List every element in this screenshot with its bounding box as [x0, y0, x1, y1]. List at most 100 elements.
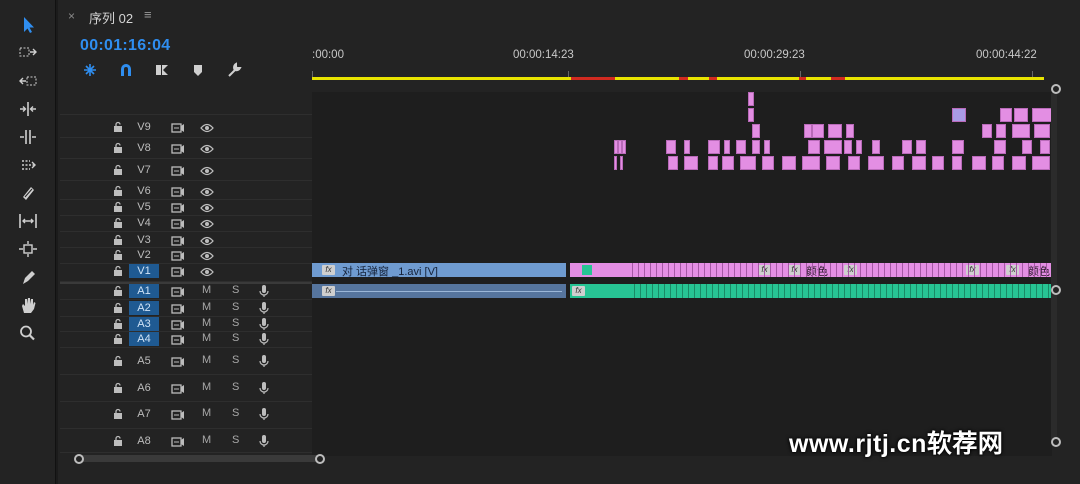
lock-icon[interactable] [112, 233, 124, 245]
lock-icon[interactable] [112, 354, 124, 366]
slide-tool-icon[interactable] [14, 238, 42, 260]
video-clip[interactable] [724, 140, 730, 154]
video-clip[interactable] [708, 140, 720, 154]
track-name-v6[interactable]: V6 [129, 184, 159, 198]
sync-lock-icon[interactable] [171, 285, 185, 297]
sync-lock-icon[interactable] [171, 302, 185, 314]
solo-button[interactable]: S [232, 354, 239, 366]
solo-button[interactable]: S [232, 434, 239, 446]
zoom-knob-right[interactable] [315, 454, 325, 464]
track-name-v4[interactable]: V4 [129, 216, 159, 230]
microphone-icon[interactable] [257, 434, 271, 447]
mute-button[interactable]: M [202, 407, 211, 419]
video-clip[interactable] [1014, 108, 1028, 122]
track-name-v9[interactable]: V9 [129, 120, 159, 134]
lock-icon[interactable] [112, 264, 124, 276]
sync-lock-icon[interactable] [171, 435, 185, 447]
track-select-backward-icon[interactable] [14, 154, 42, 176]
video-clip[interactable] [1012, 156, 1026, 170]
track-select-forward-icon[interactable] [14, 41, 42, 63]
eye-icon[interactable] [200, 249, 214, 261]
video-clip[interactable] [1032, 108, 1052, 122]
video-clip[interactable] [668, 156, 678, 170]
panel-menu-icon[interactable]: ≡ [144, 7, 152, 22]
snap-icon[interactable] [80, 60, 100, 80]
video-clip[interactable]: fx 对 话弹窗 _1.avi [V] [312, 263, 566, 278]
solo-button[interactable]: S [232, 317, 239, 329]
video-clip[interactable] [740, 156, 756, 170]
video-clip[interactable] [994, 140, 1006, 154]
video-clip[interactable] [996, 124, 1006, 138]
video-clip[interactable] [748, 92, 754, 106]
eye-icon[interactable] [200, 142, 214, 154]
lock-icon[interactable] [112, 184, 124, 196]
video-clip[interactable] [1012, 124, 1030, 138]
video-clip[interactable] [826, 156, 840, 170]
mute-button[interactable]: M [202, 301, 211, 313]
lock-icon[interactable] [112, 301, 124, 313]
solo-button[interactable]: S [232, 284, 239, 296]
microphone-icon[interactable] [257, 284, 271, 297]
video-clip[interactable] [952, 156, 962, 170]
mute-button[interactable]: M [202, 354, 211, 366]
lock-icon[interactable] [112, 163, 124, 175]
pen-tool-icon[interactable] [14, 266, 42, 288]
microphone-icon[interactable] [257, 407, 271, 420]
video-clip[interactable] [684, 156, 698, 170]
video-clip[interactable] [972, 156, 986, 170]
sequence-tab[interactable]: 序列 02 [89, 8, 133, 27]
lock-icon[interactable] [112, 381, 124, 393]
track-name-v3[interactable]: V3 [129, 233, 159, 247]
video-clip[interactable] [1034, 124, 1050, 138]
video-clip[interactable] [762, 156, 774, 170]
lock-icon[interactable] [112, 120, 124, 132]
zoom-tool-icon[interactable] [14, 322, 42, 344]
video-clip[interactable] [848, 156, 860, 170]
video-clip[interactable] [952, 108, 966, 122]
sync-lock-icon[interactable] [171, 265, 185, 277]
video-clip[interactable] [916, 140, 926, 154]
video-clip[interactable] [1000, 108, 1012, 122]
track-name-a6[interactable]: A6 [129, 381, 159, 395]
track-name-v1[interactable]: V1 [129, 264, 159, 278]
video-clip[interactable] [802, 156, 820, 170]
track-name-v7[interactable]: V7 [129, 163, 159, 177]
video-clip[interactable] [722, 156, 734, 170]
lock-icon[interactable] [112, 284, 124, 296]
track-name-a2[interactable]: A2 [129, 301, 159, 315]
eye-icon[interactable] [200, 265, 214, 277]
track-name-a4[interactable]: A4 [129, 332, 159, 346]
eye-icon[interactable] [200, 234, 214, 246]
sync-lock-icon[interactable] [171, 234, 185, 246]
marker-icon[interactable] [188, 60, 208, 80]
lock-icon[interactable] [112, 407, 124, 419]
video-clip[interactable] [828, 124, 842, 138]
video-clip[interactable] [912, 156, 926, 170]
zoom-knob-left[interactable] [74, 454, 84, 464]
track-name-v8[interactable]: V8 [129, 141, 159, 155]
video-clip[interactable] [804, 124, 812, 138]
audio-clip[interactable]: fx [312, 284, 566, 298]
lock-icon[interactable] [112, 434, 124, 446]
video-clip[interactable] [752, 124, 760, 138]
track-name-a1[interactable]: A1 [129, 284, 159, 298]
razor-tool-icon[interactable] [14, 182, 42, 204]
sync-lock-icon[interactable] [171, 318, 185, 330]
mute-button[interactable]: M [202, 284, 211, 296]
track-name-a7[interactable]: A7 [129, 407, 159, 421]
mute-button[interactable]: M [202, 332, 211, 344]
video-clip[interactable] [736, 140, 746, 154]
track-name-v5[interactable]: V5 [129, 200, 159, 214]
track-name-v2[interactable]: V2 [129, 248, 159, 262]
scroll-knob[interactable] [1051, 285, 1061, 295]
video-clip[interactable] [932, 156, 944, 170]
microphone-icon[interactable] [257, 317, 271, 330]
sync-lock-icon[interactable] [171, 164, 185, 176]
slip-tool-icon[interactable] [14, 210, 42, 232]
microphone-icon[interactable] [257, 332, 271, 345]
ripple-edit-icon[interactable] [14, 70, 42, 92]
scroll-knob[interactable] [1051, 84, 1061, 94]
solo-button[interactable]: S [232, 301, 239, 313]
sync-lock-icon[interactable] [171, 217, 185, 229]
sync-lock-icon[interactable] [171, 185, 185, 197]
